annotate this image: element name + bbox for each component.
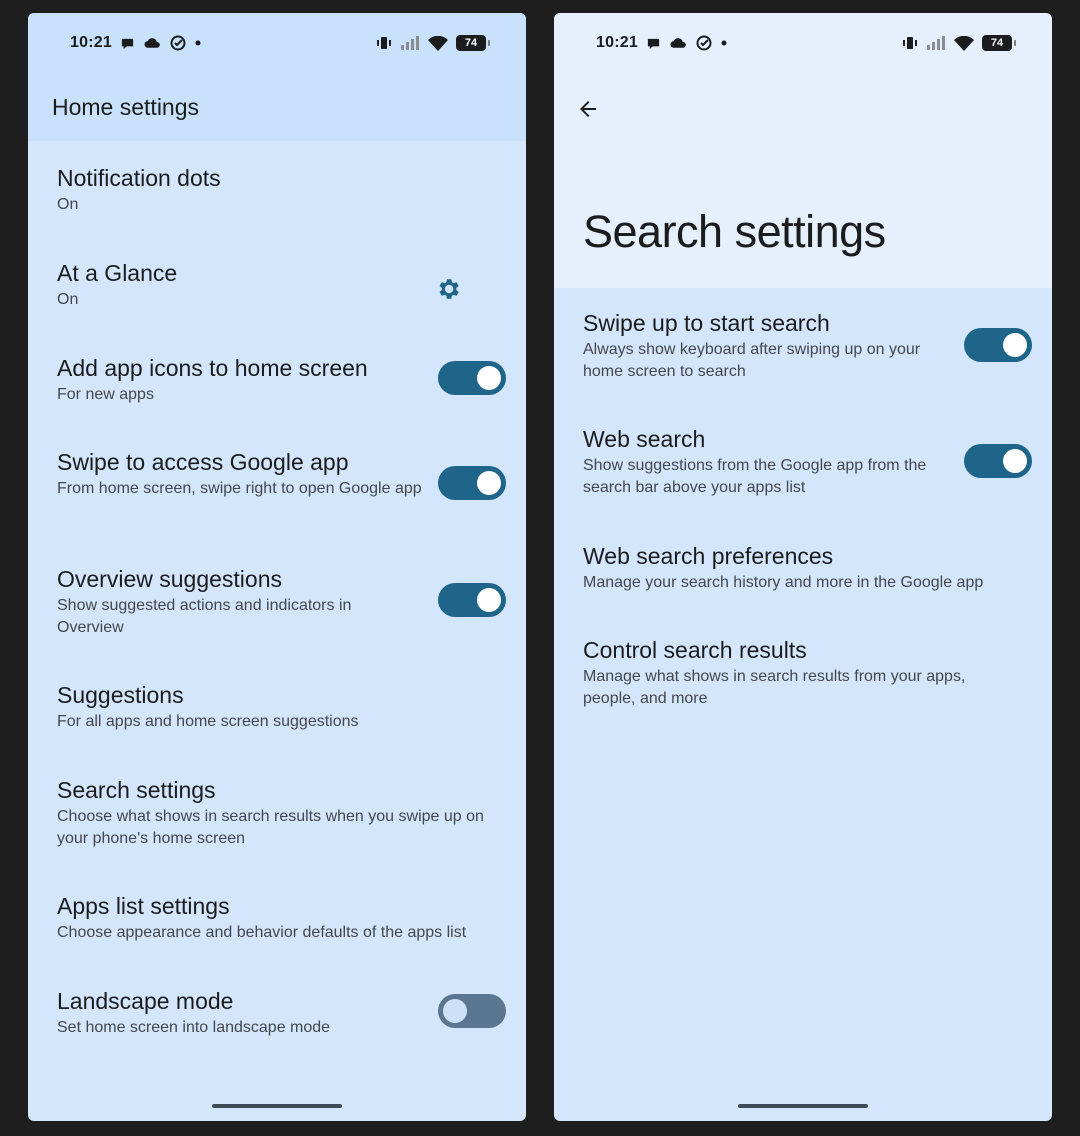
- item-title: Search settings: [57, 777, 216, 803]
- gesture-nav-handle[interactable]: [738, 1104, 868, 1108]
- add-app-icons-toggle[interactable]: [438, 361, 506, 395]
- list-item-landscape-mode[interactable]: Landscape mode Set home screen into land…: [57, 987, 506, 1039]
- landscape-mode-toggle[interactable]: [438, 994, 506, 1028]
- check-circle-icon: [170, 35, 186, 51]
- wifi-icon: [954, 35, 974, 51]
- vibrate-icon: [903, 37, 917, 49]
- search-settings-screen: 10:21 74 Search settings Swipe up to sta…: [554, 13, 1052, 1121]
- item-subtitle: For all apps and home screen suggestions: [57, 713, 359, 730]
- list-item-apps-list-settings[interactable]: Apps list settings Choose appearance and…: [57, 892, 506, 944]
- dot-icon: [195, 40, 201, 46]
- item-subtitle: Show suggestions from the Google app fro…: [583, 457, 927, 496]
- list-item-web-search-preferences[interactable]: Web search preferences Manage your searc…: [583, 542, 1032, 594]
- list-item-at-a-glance[interactable]: At a Glance On: [57, 259, 506, 311]
- page-title: Home settings: [52, 94, 200, 120]
- item-subtitle: For new apps: [57, 386, 154, 403]
- list-item-add-app-icons[interactable]: Add app icons to home screen For new app…: [57, 354, 506, 406]
- list-item-swipe-up-search[interactable]: Swipe up to start search Always show key…: [583, 309, 1032, 383]
- page-title: Search settings: [583, 206, 886, 257]
- item-subtitle: Choose appearance and behavior defaults …: [57, 924, 467, 941]
- signal-icon: [401, 36, 419, 50]
- app-bar: 10:21 74 Home settings: [28, 13, 526, 141]
- dot-icon: [721, 40, 727, 46]
- item-title: Control search results: [583, 637, 807, 663]
- list-item-notification-dots[interactable]: Notification dots On: [57, 164, 506, 216]
- app-bar: 10:21 74 Search settings: [554, 13, 1052, 288]
- toggle-knob: [1003, 333, 1027, 357]
- list-item-control-search-results[interactable]: Control search results Manage what shows…: [583, 636, 1032, 710]
- check-circle-icon: [696, 35, 712, 51]
- status-time: 10:21: [596, 34, 638, 51]
- overview-suggestions-toggle[interactable]: [438, 583, 506, 617]
- web-search-toggle[interactable]: [964, 444, 1032, 478]
- chat-bubble-icon: [647, 38, 660, 49]
- battery-icon: 74: [456, 35, 490, 51]
- item-subtitle: From home screen, swipe right to open Go…: [57, 480, 422, 497]
- item-subtitle: Manage what shows in search results from…: [583, 668, 966, 707]
- list-item-web-search[interactable]: Web search Show suggestions from the Goo…: [583, 425, 1032, 499]
- toggle-knob: [477, 366, 501, 390]
- item-title: Apps list settings: [57, 893, 230, 919]
- item-title: Suggestions: [57, 682, 184, 708]
- chat-bubble-icon: [121, 38, 134, 49]
- item-title: Overview suggestions: [57, 566, 282, 592]
- toggle-knob: [477, 588, 501, 612]
- swipe-up-search-toggle[interactable]: [964, 328, 1032, 362]
- gear-icon[interactable]: [434, 275, 462, 303]
- list-item-overview-suggestions[interactable]: Overview suggestions Show suggested acti…: [57, 565, 506, 639]
- item-subtitle: Manage your search history and more in t…: [583, 574, 984, 591]
- list-item-search-settings[interactable]: Search settings Choose what shows in sea…: [57, 776, 506, 850]
- status-time: 10:21: [70, 34, 112, 51]
- toggle-knob: [443, 999, 467, 1023]
- item-subtitle: Set home screen into landscape mode: [57, 1019, 331, 1036]
- cloud-icon: [144, 38, 160, 48]
- item-subtitle: On: [57, 196, 79, 213]
- item-subtitle: Always show keyboard after swiping up on…: [583, 341, 921, 380]
- home-settings-screen: 10:21 74 Home settings Notification dots…: [28, 13, 526, 1121]
- swipe-google-app-toggle[interactable]: [438, 466, 506, 500]
- vibrate-icon: [377, 37, 391, 49]
- item-title: Swipe to access Google app: [57, 449, 349, 475]
- item-title: Notification dots: [57, 165, 221, 191]
- list-item-suggestions[interactable]: Suggestions For all apps and home screen…: [57, 681, 506, 733]
- item-title: Web search: [583, 426, 706, 452]
- wifi-icon: [428, 35, 448, 51]
- gesture-nav-handle[interactable]: [212, 1104, 342, 1108]
- signal-icon: [927, 36, 945, 50]
- status-bar: 10:21 74: [554, 13, 1052, 75]
- battery-icon: 74: [982, 35, 1016, 51]
- status-bar: 10:21 74: [28, 13, 526, 75]
- item-title: Swipe up to start search: [583, 310, 830, 336]
- cloud-icon: [670, 38, 686, 48]
- toggle-knob: [1003, 449, 1027, 473]
- item-subtitle: Choose what shows in search results when…: [57, 808, 484, 847]
- item-title: Web search preferences: [583, 543, 834, 569]
- toggle-knob: [477, 471, 501, 495]
- list-item-swipe-google-app[interactable]: Swipe to access Google app From home scr…: [57, 448, 506, 500]
- back-arrow-icon[interactable]: [576, 97, 600, 121]
- item-subtitle: Show suggested actions and indicators in…: [57, 597, 352, 636]
